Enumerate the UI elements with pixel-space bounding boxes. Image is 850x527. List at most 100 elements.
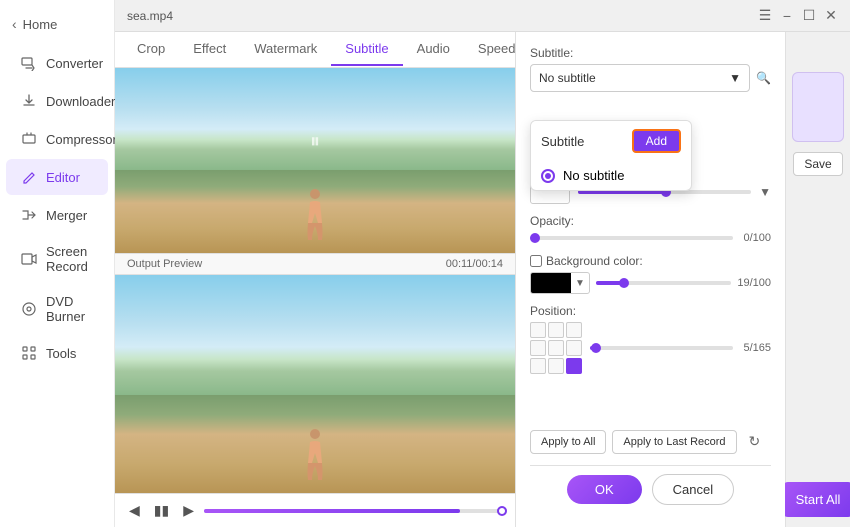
position-value: 5/165 (741, 342, 771, 354)
thumbnail-box (792, 72, 844, 142)
opacity-label: Opacity: (530, 214, 771, 228)
tab-subtitle[interactable]: Subtitle (331, 33, 402, 66)
output-video-preview (115, 275, 515, 493)
video-pause-icon: ⏸ (310, 131, 320, 154)
bg-color-swatch-dropdown[interactable]: ▼ (530, 272, 590, 294)
popup-title: Subtitle (541, 134, 584, 149)
tab-speed[interactable]: Speed (464, 33, 515, 66)
editor-tabs: Crop Effect Watermark Subtitle Audio Spe… (115, 32, 515, 68)
position-slider[interactable] (590, 346, 733, 350)
pos-cell-mc[interactable] (548, 340, 564, 356)
bg-color-label: Background color: (546, 254, 643, 268)
subtitle-selected-value: No subtitle (539, 71, 596, 85)
swatch-chevron-icon[interactable]: ▼ (571, 278, 589, 289)
sidebar-compressor-label: Compressor (46, 132, 117, 147)
video-progress-bar[interactable] (204, 509, 505, 513)
popup-item-no-subtitle[interactable]: No subtitle (531, 161, 691, 190)
pos-cell-bc[interactable] (548, 358, 564, 374)
dialog-footer: OK Cancel (530, 465, 771, 513)
convert-icon (20, 54, 38, 72)
cancel-button[interactable]: Cancel (652, 474, 734, 505)
apply-all-button[interactable]: Apply to All (530, 430, 606, 454)
hamburger-icon[interactable]: ☰ (758, 9, 772, 23)
add-subtitle-button[interactable]: Add (632, 129, 681, 153)
progress-thumb (497, 506, 507, 516)
ok-button[interactable]: OK (567, 475, 642, 504)
minimize-icon[interactable]: − (780, 9, 794, 23)
input-video-preview: ⏸ (115, 68, 515, 253)
sidebar-item-converter[interactable]: Converter (6, 45, 108, 81)
window-title: sea.mp4 (127, 9, 173, 23)
save-button[interactable]: Save (793, 152, 842, 176)
chevron-down-icon: ▼ (729, 71, 741, 85)
start-all-button[interactable]: Start All (782, 482, 850, 517)
edit-icon (20, 168, 38, 186)
action-row: Apply to All Apply to Last Record ↻ (530, 428, 771, 455)
pos-cell-tr[interactable] (566, 322, 582, 338)
tools-icon (20, 344, 38, 362)
reset-button[interactable]: ↻ (743, 428, 767, 455)
sidebar-item-downloader[interactable]: Downloader (6, 83, 108, 119)
subtitle-settings-panel: Subtitle: No subtitle ▼ 🔍 Subtitle Add (515, 32, 785, 527)
sidebar-item-merger[interactable]: Merger (6, 197, 108, 233)
pos-cell-tc[interactable] (548, 322, 564, 338)
sidebar: ‹ Home Converter Downloader Compresso (0, 0, 115, 527)
search-icon[interactable]: 🔍 (756, 71, 771, 85)
output-video-person (304, 428, 326, 483)
back-arrow-icon: ‹ (12, 16, 17, 32)
tab-watermark[interactable]: Watermark (240, 33, 331, 66)
outline-chevron-icon[interactable]: ▼ (759, 185, 771, 199)
output-preview-bar: Output Preview 00:11/00:14 (115, 253, 515, 275)
right-float-panel: Save Start All (785, 32, 850, 527)
dvd-icon (20, 300, 38, 318)
sidebar-item-dvd-burner[interactable]: DVD Burner (6, 285, 108, 333)
sidebar-item-tools[interactable]: Tools (6, 335, 108, 371)
main-area: sea.mp4 ☰ − ☐ ✕ Crop Effect Watermark Su… (115, 0, 850, 527)
output-sky-bg (115, 275, 515, 395)
radio-dot-inner (545, 173, 551, 179)
sidebar-dvd-burner-label: DVD Burner (46, 294, 94, 324)
sidebar-back-button[interactable]: ‹ Home (0, 8, 114, 40)
position-area: 5/165 (530, 322, 771, 374)
bg-color-checkbox[interactable] (530, 255, 542, 267)
position-thumb (591, 343, 601, 353)
progress-fill (204, 509, 460, 513)
position-grid (530, 322, 582, 374)
pos-cell-br[interactable] (566, 358, 582, 374)
pos-cell-tl[interactable] (530, 322, 546, 338)
close-icon[interactable]: ✕ (824, 9, 838, 23)
subtitle-label: Subtitle: (530, 46, 771, 60)
window-controls: ☰ − ☐ ✕ (758, 9, 838, 23)
sidebar-item-editor[interactable]: Editor (6, 159, 108, 195)
download-icon (20, 92, 38, 110)
sidebar-item-compressor[interactable]: Compressor (6, 121, 108, 157)
opacity-slider[interactable] (530, 236, 733, 240)
pause-button[interactable]: ▮▮ (150, 500, 173, 521)
sidebar-home-label: Home (23, 17, 58, 32)
subtitle-dropdown[interactable]: No subtitle ▼ (530, 64, 750, 92)
merge-icon (20, 206, 38, 224)
pos-cell-mr[interactable] (566, 340, 582, 356)
tab-effect[interactable]: Effect (179, 33, 240, 66)
prev-frame-button[interactable]: ◀ (125, 500, 144, 521)
pos-cell-ml[interactable] (530, 340, 546, 356)
opacity-section: Opacity: 0/100 (530, 214, 771, 244)
apply-last-record-button[interactable]: Apply to Last Record (612, 430, 736, 454)
pos-cell-bl[interactable] (530, 358, 546, 374)
maximize-icon[interactable]: ☐ (802, 9, 816, 23)
sidebar-merger-label: Merger (46, 208, 87, 223)
opacity-value: 0/100 (741, 232, 771, 244)
bg-color-swatch (531, 273, 571, 293)
position-section: Position: (530, 304, 771, 374)
record-icon (20, 250, 38, 268)
opacity-thumb (530, 233, 540, 243)
position-label: Position: (530, 304, 771, 318)
tab-crop[interactable]: Crop (123, 33, 179, 66)
next-frame-button[interactable]: ▶ (179, 500, 198, 521)
bg-opacity-slider[interactable] (596, 281, 731, 285)
tab-audio[interactable]: Audio (403, 33, 464, 66)
sidebar-downloader-label: Downloader (46, 94, 115, 109)
sidebar-item-screen-record[interactable]: Screen Record (6, 235, 108, 283)
subtitle-dropdown-popup: Subtitle Add No subtitle (530, 120, 692, 191)
sidebar-tools-label: Tools (46, 346, 76, 361)
